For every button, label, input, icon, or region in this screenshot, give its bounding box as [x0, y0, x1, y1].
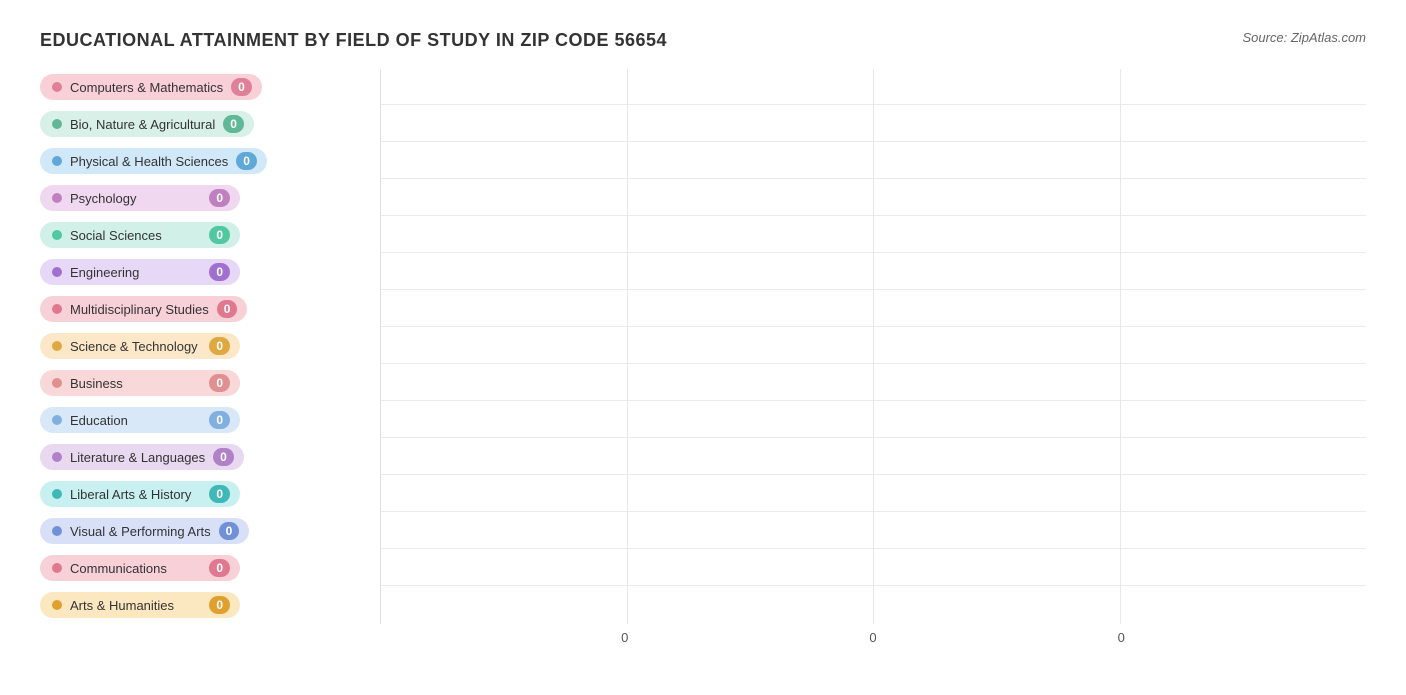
grid-lines	[381, 69, 1366, 624]
bar-row: Visual & Performing Arts 0	[40, 513, 380, 549]
bar-dot-icon	[52, 267, 62, 277]
bar-label-pill: Physical & Health Sciences 0	[40, 148, 267, 174]
bar-label: Liberal Arts & History	[70, 487, 201, 502]
bar-label: Arts & Humanities	[70, 598, 201, 613]
bar-label: Computers & Mathematics	[70, 80, 223, 95]
bar-value-badge: 0	[219, 522, 240, 540]
bar-label-pill: Computers & Mathematics 0	[40, 74, 262, 100]
bar-row: Bio, Nature & Agricultural 0	[40, 106, 380, 142]
bar-label: Science & Technology	[70, 339, 201, 354]
bar-label-pill: Arts & Humanities 0	[40, 592, 240, 618]
bar-value-badge: 0	[209, 374, 230, 392]
x-axis-label: 0	[1118, 630, 1125, 645]
bar-row: Social Sciences 0	[40, 217, 380, 253]
bar-dot-icon	[52, 82, 62, 92]
bar-row: Literature & Languages 0	[40, 439, 380, 475]
bar-row: Engineering 0	[40, 254, 380, 290]
bar-dot-icon	[52, 119, 62, 129]
bar-label-pill: Education 0	[40, 407, 240, 433]
bar-label: Multidisciplinary Studies	[70, 302, 209, 317]
bar-value-badge: 0	[209, 411, 230, 429]
bar-row: Computers & Mathematics 0	[40, 69, 380, 105]
bar-label: Business	[70, 376, 201, 391]
bar-label: Literature & Languages	[70, 450, 205, 465]
bar-value-badge: 0	[236, 152, 257, 170]
bar-dot-icon	[52, 526, 62, 536]
bar-label: Bio, Nature & Agricultural	[70, 117, 215, 132]
bar-dot-icon	[52, 341, 62, 351]
bar-value-badge: 0	[209, 189, 230, 207]
grid-line-1	[627, 69, 628, 624]
bar-label: Social Sciences	[70, 228, 201, 243]
bar-label-pill: Communications 0	[40, 555, 240, 581]
bar-dot-icon	[52, 304, 62, 314]
bar-row: Education 0	[40, 402, 380, 438]
chart-title: EDUCATIONAL ATTAINMENT BY FIELD OF STUDY…	[40, 30, 667, 51]
bar-label-pill: Science & Technology 0	[40, 333, 240, 359]
bar-dot-icon	[52, 563, 62, 573]
bar-row: Liberal Arts & History 0	[40, 476, 380, 512]
bar-value-badge: 0	[209, 337, 230, 355]
bar-label-pill: Visual & Performing Arts 0	[40, 518, 249, 544]
bar-value-badge: 0	[213, 448, 234, 466]
bar-label-pill: Engineering 0	[40, 259, 240, 285]
bar-label-pill: Liberal Arts & History 0	[40, 481, 240, 507]
x-axis-label: 0	[869, 630, 876, 645]
bars-section: Computers & Mathematics0Bio, Nature & Ag…	[40, 69, 380, 624]
bar-value-badge: 0	[217, 300, 238, 318]
chart-source: Source: ZipAtlas.com	[1242, 30, 1366, 45]
bar-label: Visual & Performing Arts	[70, 524, 211, 539]
grid-line-3	[1120, 69, 1121, 624]
bar-dot-icon	[52, 452, 62, 462]
bar-value-badge: 0	[223, 115, 244, 133]
bar-label: Education	[70, 413, 201, 428]
bar-dot-icon	[52, 489, 62, 499]
bar-row: Psychology 0	[40, 180, 380, 216]
bar-value-badge: 0	[209, 596, 230, 614]
bar-row: Science & Technology 0	[40, 328, 380, 364]
bar-label: Physical & Health Sciences	[70, 154, 228, 169]
bar-label-pill: Multidisciplinary Studies 0	[40, 296, 247, 322]
grid-line-2	[873, 69, 874, 624]
bar-value-badge: 0	[209, 485, 230, 503]
x-axis-label: 0	[621, 630, 628, 645]
bar-dot-icon	[52, 230, 62, 240]
bar-row: Multidisciplinary Studies 0	[40, 291, 380, 327]
bar-label-pill: Literature & Languages 0	[40, 444, 244, 470]
bar-label-pill: Business 0	[40, 370, 240, 396]
bar-label: Communications	[70, 561, 201, 576]
bar-value-badge: 0	[209, 263, 230, 281]
bar-row: Communications 0	[40, 550, 380, 586]
bar-dot-icon	[52, 193, 62, 203]
bar-row: Arts & Humanities 0	[40, 587, 380, 623]
chart-container: EDUCATIONAL ATTAINMENT BY FIELD OF STUDY…	[20, 20, 1386, 675]
bar-dot-icon	[52, 156, 62, 166]
bar-value-badge: 0	[231, 78, 252, 96]
bar-row: Physical & Health Sciences 0	[40, 143, 380, 179]
chart-body: Computers & Mathematics0Bio, Nature & Ag…	[40, 69, 1366, 624]
x-axis: 0 0 0	[380, 624, 1366, 645]
bar-label: Engineering	[70, 265, 201, 280]
bar-dot-icon	[52, 415, 62, 425]
bar-label-pill: Bio, Nature & Agricultural 0	[40, 111, 254, 137]
bar-label-pill: Psychology 0	[40, 185, 240, 211]
bar-value-badge: 0	[209, 226, 230, 244]
bar-value-badge: 0	[209, 559, 230, 577]
chart-header: EDUCATIONAL ATTAINMENT BY FIELD OF STUDY…	[40, 30, 1366, 51]
bar-label: Psychology	[70, 191, 201, 206]
bar-dot-icon	[52, 600, 62, 610]
grid-section	[380, 69, 1366, 624]
bar-dot-icon	[52, 378, 62, 388]
bar-label-pill: Social Sciences 0	[40, 222, 240, 248]
bar-row: Business 0	[40, 365, 380, 401]
